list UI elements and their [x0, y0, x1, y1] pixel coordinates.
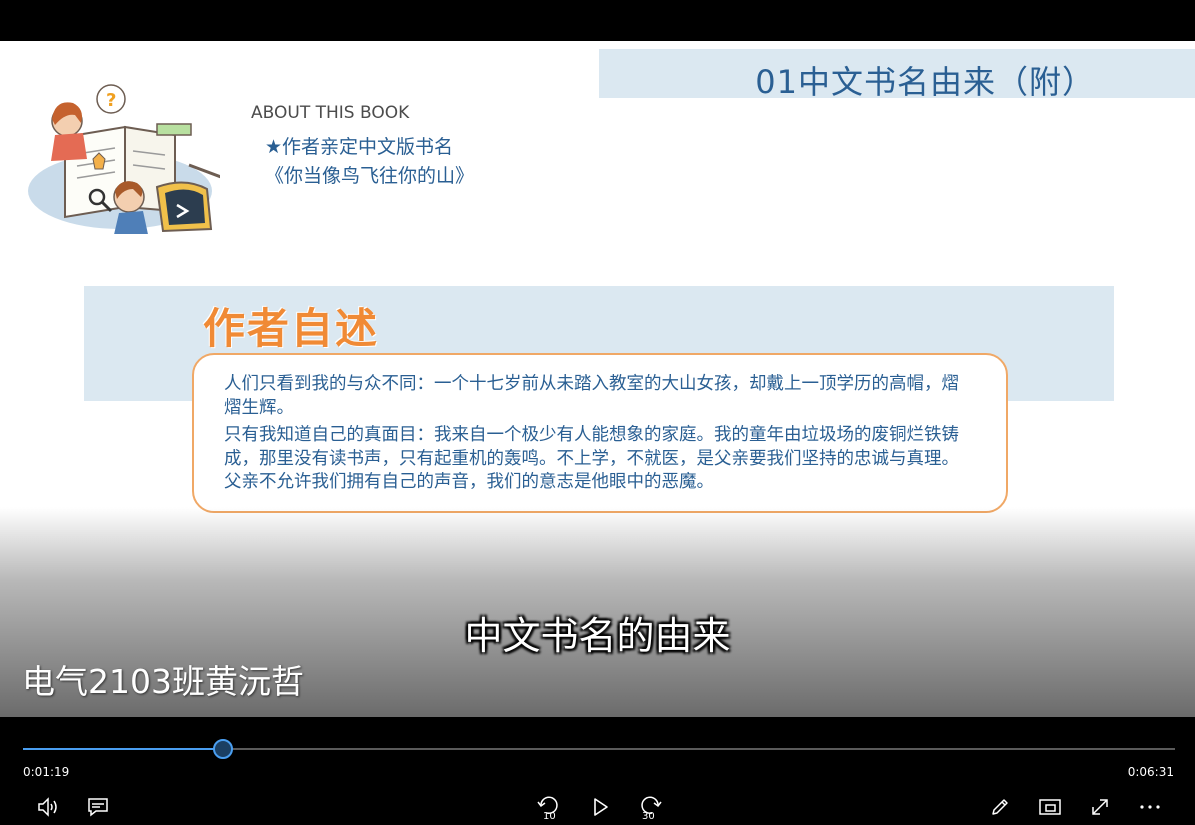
slide-title: 01中文书名由来（附）: [755, 63, 1095, 101]
captions-icon: [88, 798, 108, 817]
draw-button[interactable]: [986, 793, 1014, 821]
skip-forward-label: 30: [642, 811, 655, 821]
player-controls: 0:01:19 0:06:31 10 30: [0, 717, 1195, 825]
captions-button[interactable]: [84, 793, 112, 821]
about-this-book: ABOUT THIS BOOK ★作者亲定中文版书名 《你当像鸟飞往你的山》: [251, 103, 474, 191]
more-icon: [1140, 805, 1160, 809]
video-viewport[interactable]: 01中文书名由来（附） ? ABOUT THIS BOOK ★作者亲定中文版书名…: [0, 41, 1195, 717]
statement-paragraph: 只有我知道自己的真面目：我来自一个极少有人能想象的家庭。我的童年由垃圾场的废铜烂…: [224, 425, 959, 492]
skip-forward-icon: 30: [641, 796, 662, 821]
skip-back-button[interactable]: 10: [535, 793, 563, 821]
mini-view-icon: [1039, 799, 1061, 815]
slide-title-bar: 01中文书名由来（附）: [599, 49, 1195, 101]
seek-bar[interactable]: [23, 739, 1175, 759]
fullscreen-button[interactable]: [1086, 793, 1114, 821]
about-line-2: 《你当像鸟飞往你的山》: [265, 165, 475, 187]
author-statement-box: 人们只看到我的与众不同：一个十七岁前从未踏入教室的大山女孩，却戴上一顶学历的高帽…: [192, 353, 1008, 513]
mini-view-button[interactable]: [1036, 793, 1064, 821]
svg-text:?: ?: [106, 90, 116, 111]
skip-forward-button[interactable]: 30: [636, 793, 664, 821]
volume-icon: [38, 797, 57, 817]
current-time: 0:01:19: [23, 765, 70, 779]
fullscreen-icon: [1092, 799, 1108, 815]
play-icon: [594, 798, 608, 816]
statement-paragraph: 人们只看到我的与众不同：一个十七岁前从未踏入教室的大山女孩，却戴上一顶学历的高帽…: [224, 374, 959, 418]
seek-thumb[interactable]: [213, 739, 234, 759]
about-heading: ABOUT THIS BOOK: [251, 103, 410, 123]
skip-back-icon: 10: [537, 796, 558, 821]
video-subtitle: 中文书名的由来: [464, 614, 731, 658]
about-line-1: ★作者亲定中文版书名: [265, 136, 454, 158]
section-title: 作者自述: [203, 304, 380, 353]
seek-bar-progress: [23, 748, 224, 750]
skip-back-label: 10: [543, 811, 556, 821]
reading-kids-illustration: ?: [25, 79, 222, 239]
watermark-text: 电气2103班黄沅哲: [22, 662, 304, 701]
total-time: 0:06:31: [1127, 765, 1174, 779]
more-options-button[interactable]: [1136, 793, 1164, 821]
play-button[interactable]: [586, 793, 614, 821]
pen-icon: [992, 799, 1008, 815]
volume-button[interactable]: [34, 793, 62, 821]
